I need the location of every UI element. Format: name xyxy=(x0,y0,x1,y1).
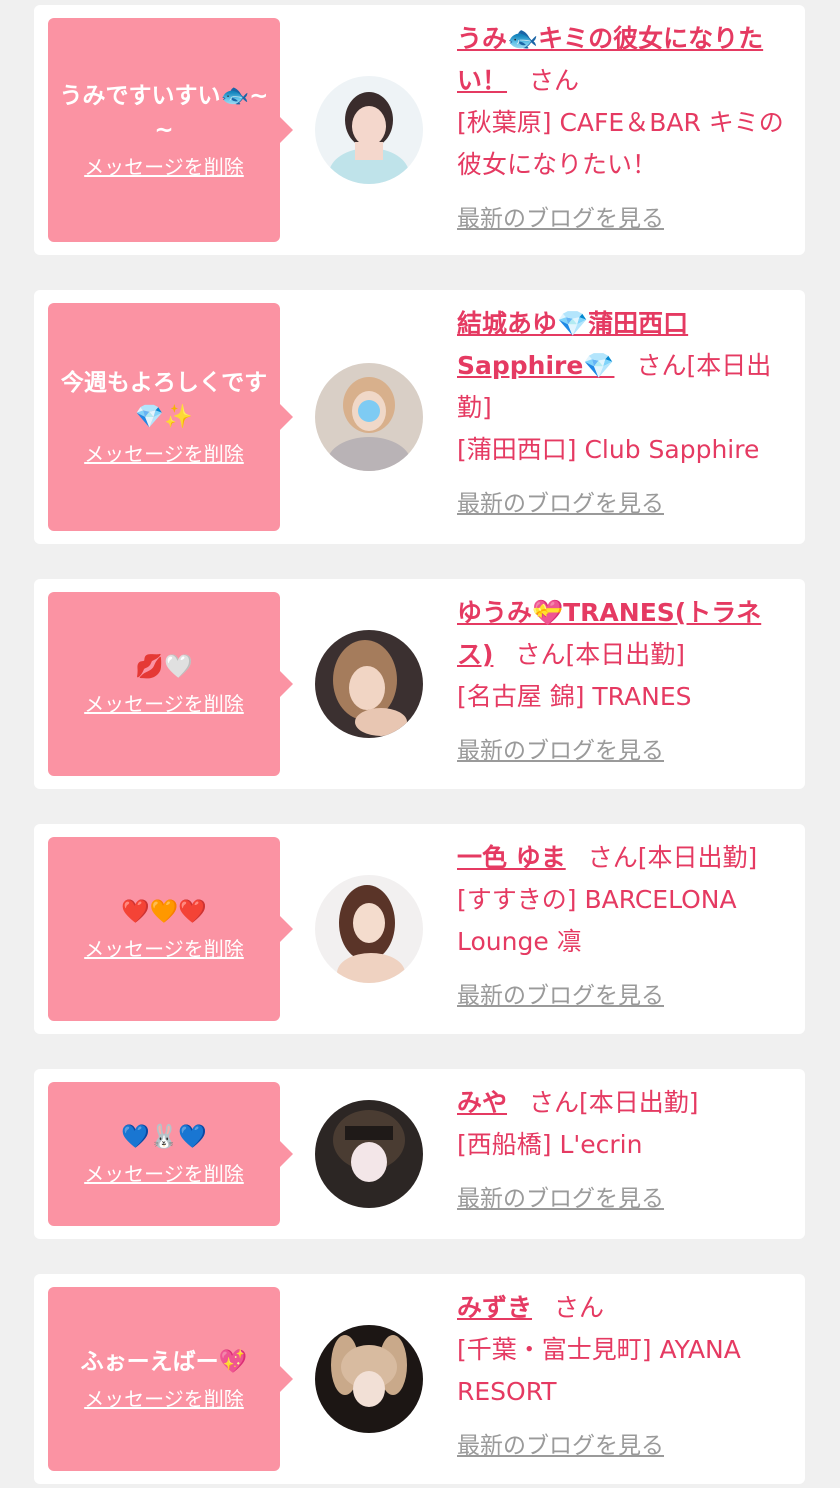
cast-card: ❤️🧡❤️ メッセージを削除 一色 ゆま さん[本日出勤] [すすきの] BARC… xyxy=(34,824,805,1034)
message-bubble: 今週もよろしくです💎✨ メッセージを削除 xyxy=(48,303,293,531)
message-text: ❤️🧡❤️ xyxy=(121,899,207,925)
cast-card: 今週もよろしくです💎✨ メッセージを削除 結城あゆ💎蒲田西口Sapphire💎 さ… xyxy=(34,290,805,544)
delete-message-link[interactable]: メッセージを削除 xyxy=(84,1160,244,1188)
shop-name: [千葉・富士見町] AYANA RESORT xyxy=(457,1335,741,1406)
latest-blog-link[interactable]: 最新のブログを見る xyxy=(457,1425,793,1467)
cast-name-link[interactable]: みずき xyxy=(457,1293,532,1322)
honorific: さん xyxy=(636,351,687,380)
delete-message-link[interactable]: メッセージを削除 xyxy=(84,1385,244,1413)
avatar-photo-icon xyxy=(315,76,423,184)
honorific: さん xyxy=(529,66,580,95)
avatar[interactable] xyxy=(315,630,423,738)
cast-info: みずき さん [千葉・富士見町] AYANA RESORT 最新のブログを見る xyxy=(457,1287,793,1467)
cast-info: 一色 ゆま さん[本日出勤] [すすきの] BARCELONA Lounge 凛 … xyxy=(457,837,793,1017)
honorific: さん xyxy=(587,843,638,872)
cast-card: ふぉーえばー💖 メッセージを削除 みずき さん [千葉・富士見町] AYANA R… xyxy=(34,1274,805,1484)
cast-card: 💋🤍 メッセージを削除 ゆうみ💝TRANES(トラネス) さん[本日出勤] [名古… xyxy=(34,579,805,789)
cast-info: みや さん[本日出勤] [西船橋] L'ecrin 最新のブログを見る xyxy=(457,1082,793,1220)
message-bubble: 💋🤍 メッセージを削除 xyxy=(48,592,293,776)
honorific: さん xyxy=(529,1088,580,1117)
cast-info: 結城あゆ💎蒲田西口Sapphire💎 さん[本日出勤] [蒲田西口] Club S… xyxy=(457,303,793,525)
cast-card: 💙🐰💙 メッセージを削除 みや さん[本日出勤] [西船橋] L'ecrin 最新… xyxy=(34,1069,805,1239)
honorific: さん xyxy=(554,1293,605,1322)
cast-card: うみですいすい🐟~~ メッセージを削除 うみ🐟キミの彼女になりたい！ さん [秋葉… xyxy=(34,5,805,255)
avatar-photo-icon xyxy=(315,630,423,738)
avatar-photo-icon xyxy=(315,875,423,983)
message-text: うみですいすい🐟~~ xyxy=(59,83,269,143)
message-text: ふぉーえばー💖 xyxy=(80,1349,248,1375)
status-badge: [本日出勤] xyxy=(579,1088,699,1117)
shop-name: [すすきの] BARCELONA Lounge 凛 xyxy=(457,885,737,956)
avatar-photo-icon xyxy=(315,1325,423,1433)
shop-name: [名古屋 錦] TRANES xyxy=(457,682,692,711)
cast-name-link[interactable]: うみ🐟キミの彼女になりたい！ xyxy=(457,24,763,95)
message-bubble: うみですいすい🐟~~ メッセージを削除 xyxy=(48,18,293,242)
avatar[interactable] xyxy=(315,1325,423,1433)
shop-name: [西船橋] L'ecrin xyxy=(457,1130,643,1159)
delete-message-link[interactable]: メッセージを削除 xyxy=(84,440,244,468)
cast-name-link[interactable]: みや xyxy=(457,1088,507,1117)
cast-info: ゆうみ💝TRANES(トラネス) さん[本日出勤] [名古屋 錦] TRANES … xyxy=(457,592,793,772)
shop-name: [秋葉原] CAFE＆BAR キミの彼女になりたい！ xyxy=(457,108,784,179)
latest-blog-link[interactable]: 最新のブログを見る xyxy=(457,483,793,525)
status-badge: [本日出勤] xyxy=(637,843,758,872)
avatar[interactable] xyxy=(315,76,423,184)
delete-message-link[interactable]: メッセージを削除 xyxy=(84,690,244,718)
message-text: 今週もよろしくです💎✨ xyxy=(60,370,268,430)
avatar-photo-icon xyxy=(315,1100,423,1208)
avatar[interactable] xyxy=(315,363,423,471)
latest-blog-link[interactable]: 最新のブログを見る xyxy=(457,198,793,240)
message-bubble: ふぉーえばー💖 メッセージを削除 xyxy=(48,1287,293,1471)
message-text: 💋🤍 xyxy=(135,654,193,680)
latest-blog-link[interactable]: 最新のブログを見る xyxy=(457,975,793,1017)
cast-info: うみ🐟キミの彼女になりたい！ さん [秋葉原] CAFE＆BAR キミの彼女になり… xyxy=(457,18,793,240)
avatar[interactable] xyxy=(315,1100,423,1208)
honorific: さん xyxy=(515,640,566,669)
message-bubble: 💙🐰💙 メッセージを削除 xyxy=(48,1082,293,1226)
status-badge: [本日出勤] xyxy=(565,640,685,669)
cast-name-link[interactable]: 一色 ゆま xyxy=(457,843,566,872)
delete-message-link[interactable]: メッセージを削除 xyxy=(84,153,244,181)
message-text: 💙🐰💙 xyxy=(121,1124,207,1150)
delete-message-link[interactable]: メッセージを削除 xyxy=(84,935,244,963)
avatar[interactable] xyxy=(315,875,423,983)
latest-blog-link[interactable]: 最新のブログを見る xyxy=(457,1178,793,1220)
shop-name: [蒲田西口] Club Sapphire xyxy=(457,435,760,464)
favorite-cast-list: うみですいすい🐟~~ メッセージを削除 うみ🐟キミの彼女になりたい！ さん [秋葉… xyxy=(0,0,840,1488)
message-bubble: ❤️🧡❤️ メッセージを削除 xyxy=(48,837,293,1021)
latest-blog-link[interactable]: 最新のブログを見る xyxy=(457,730,793,772)
avatar-photo-icon xyxy=(315,363,423,471)
